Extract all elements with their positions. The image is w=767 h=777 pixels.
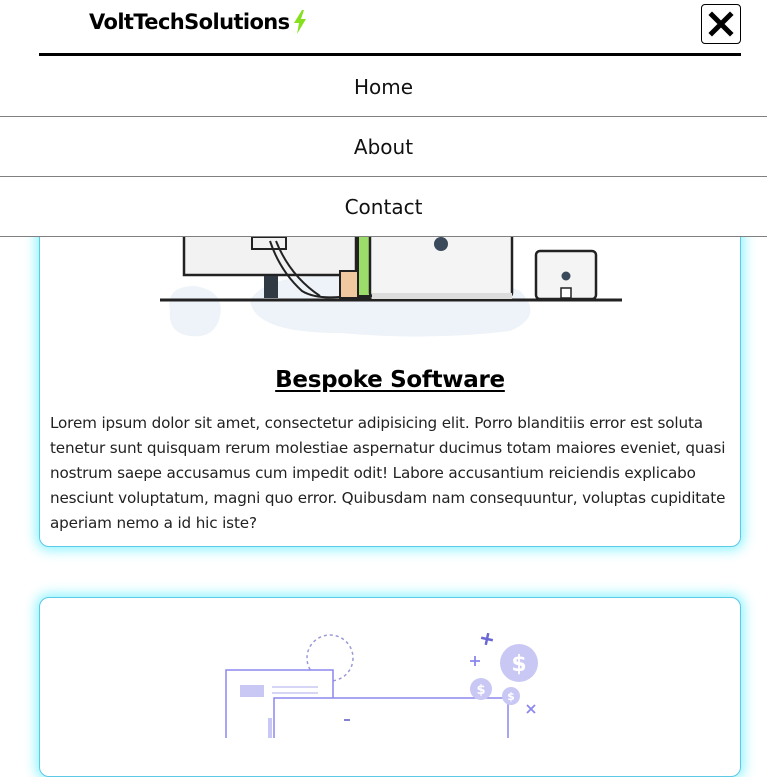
nav-item-about[interactable]: About (0, 117, 767, 177)
lightning-bolt-icon (293, 10, 306, 34)
svg-text:$: $ (507, 690, 515, 703)
close-menu-button[interactable] (701, 4, 741, 44)
nav-item-label: Contact (344, 194, 423, 219)
brand-logo[interactable]: VoltTechSolutions (89, 10, 307, 34)
nav-item-contact[interactable]: Contact (0, 177, 767, 237)
svg-text:$: $ (476, 683, 485, 698)
service-card-finance: $ $ $ (39, 597, 741, 777)
nav-item-label: About (353, 134, 414, 159)
finance-dollar-coins-illustration: $ $ $ (225, 632, 538, 738)
nav-item-home[interactable]: Home (0, 57, 767, 117)
brand-name: VoltTechSolutions (89, 10, 290, 34)
nav-item-label: Home (353, 74, 414, 99)
card-title: Bespoke Software (275, 367, 505, 393)
close-x-icon (708, 11, 734, 37)
site-header: VoltTechSolutions (39, 0, 741, 56)
svg-text:$: $ (511, 652, 526, 677)
card-description: Lorem ipsum dolor sit amet, consectetur … (50, 414, 726, 532)
mobile-nav-menu: Home About Contact (0, 57, 767, 237)
